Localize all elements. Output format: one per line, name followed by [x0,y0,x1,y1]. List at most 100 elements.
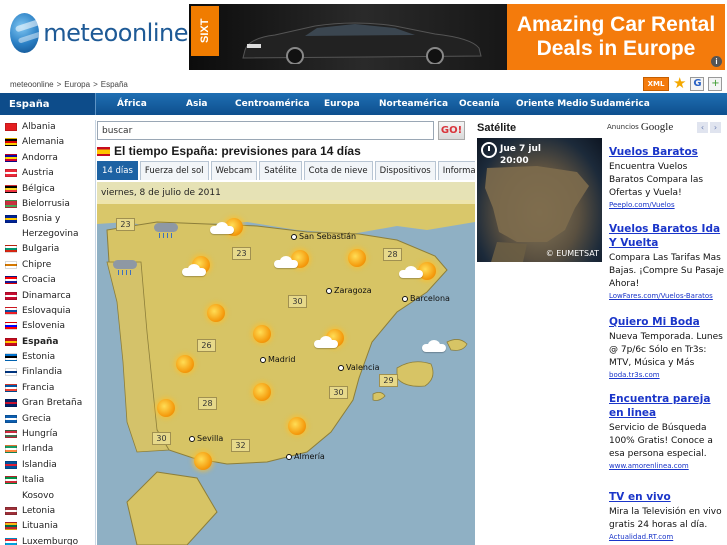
ad-url[interactable]: LowFares.com/Vuelos-Baratos [609,291,724,301]
sidebar-item-country[interactable]: Finlandia [0,365,95,380]
ad-item[interactable]: Vuelos Baratos Ida Y Vuelta Compara Las … [609,222,724,301]
ad-title[interactable]: Encuentra pareja en linea [609,392,724,420]
sidebar-item-country[interactable]: Gran Bretaña [0,396,95,411]
nav-norteamerica[interactable]: Norteamérica [379,93,448,115]
nav-asia[interactable]: Asia [186,93,207,115]
tab-dispositivos[interactable]: Dispositivos [374,161,436,180]
flag-icon [5,169,17,178]
ad-title[interactable]: Quiero Mi Boda [609,315,724,329]
sidebar-item-country[interactable]: Dinamarca [0,289,95,304]
sidebar-item-country[interactable]: Bélgica [0,182,95,197]
sidebar-item-country[interactable]: Bielorrusia [0,197,95,212]
sidebar-item-label: Bélgica [22,183,55,194]
breadcrumb-home[interactable]: meteoonline [10,80,54,89]
add-icon[interactable]: + [708,76,723,91]
ad-title[interactable]: TV en vivo [609,490,724,504]
sidebar-item-country[interactable]: Luxemburgo [0,535,95,545]
sidebar-item-country[interactable]: Lituania [0,519,95,534]
sidebar-item-country[interactable]: Austria [0,166,95,181]
banner-headline-line1: Amazing Car Rental [516,13,716,36]
sidebar-item-country[interactable]: Francia [0,381,95,396]
nav-current-country[interactable]: España [0,93,96,115]
cloud-icon [314,336,338,348]
chevron-right-icon[interactable]: › [710,121,721,133]
city-almeria[interactable]: Almería [286,452,325,461]
nav-europa[interactable]: Europa [324,93,360,115]
satellite-timestamp: Jue 7 jul 20:00 [500,143,541,167]
sidebar-item-country[interactable]: Bosnia y Herzegovina [0,212,95,242]
tab-14-dias[interactable]: 14 días [97,161,138,180]
sidebar-item-country[interactable]: Kosovo [0,489,95,504]
ad-title[interactable]: Vuelos Baratos Ida Y Vuelta [609,222,724,250]
nav-africa[interactable]: África [117,93,147,115]
google-icon[interactable]: G [690,76,705,91]
nav-oriente-medio[interactable]: Oriente Medio [516,93,588,115]
sidebar-item-country[interactable]: Italia [0,473,95,488]
tab-fuerza-del-sol[interactable]: Fuerza del sol [139,161,209,180]
city-san-sebastian[interactable]: San Sebastián [291,232,356,241]
ad-url[interactable]: Peeplo.com/Vuelos [609,200,724,210]
site-logo[interactable]: meteoonline [10,10,188,56]
sidebar-item-country[interactable]: España [0,335,95,350]
ad-item[interactable]: Vuelos Baratos Encuentra Vuelos Baratos … [609,145,724,210]
chevron-left-icon[interactable]: ‹ [697,121,708,133]
flag-icon [5,522,17,531]
ad-title[interactable]: Vuelos Baratos [609,145,724,159]
temp-label: 32 [231,439,250,452]
sidebar-item-country[interactable]: Eslovenia [0,319,95,334]
cloud-icon [210,222,234,234]
breadcrumb-current[interactable]: España [101,80,128,89]
ad-info-icon[interactable]: i [711,56,722,67]
sidebar-item-country[interactable]: Estonia [0,350,95,365]
sidebar-item-country[interactable]: Bulgaria [0,242,95,257]
tab-cota-de-nieve[interactable]: Cota de nieve [303,161,373,180]
ad-url[interactable]: boda.tr3s.com [609,370,724,380]
temp-label: 30 [288,295,307,308]
ad-item[interactable]: TV en vivo Mira la Televisión en vivo gr… [609,490,724,542]
sidebar-item-country[interactable]: Alemania [0,135,95,150]
city-zaragoza[interactable]: Zaragoza [326,286,372,295]
nav-sudamerica[interactable]: Sudamérica [590,93,650,115]
sidebar-item-country[interactable]: Eslovaquia [0,304,95,319]
star-icon[interactable]: ★ [673,76,686,91]
sidebar-item-country[interactable]: Andorra [0,151,95,166]
city-sevilla[interactable]: Sevilla [189,434,223,443]
flag-icon [5,337,17,346]
city-madrid[interactable]: Madrid [260,355,295,364]
google-logo: Google [640,121,674,133]
search-go-button[interactable]: GO! [438,121,465,140]
sidebar-item-country[interactable]: Islandia [0,458,95,473]
nav-oceania[interactable]: Oceanía [459,93,500,115]
sidebar-item-country[interactable]: Chipre [0,258,95,273]
sidebar-item-label: Italia [22,475,45,486]
search-input[interactable] [97,121,434,140]
sidebar-item-country[interactable]: Letonia [0,504,95,519]
rain-icon [113,257,137,275]
sun-icon [194,452,212,470]
sidebar-item-country[interactable]: Irlanda [0,442,95,457]
ad-url[interactable]: Actualidad.RT.com [609,532,724,542]
sidebar-item-country[interactable]: Croacia [0,273,95,288]
sidebar-item-country[interactable]: Hungría [0,427,95,442]
weather-map[interactable]: viernes, 8 de julio de 2011 23 23 28 30 … [97,182,475,545]
city-valencia[interactable]: Valencia [338,363,380,372]
sidebar-item-country[interactable]: Albania [0,120,95,135]
satellite-image[interactable]: Jue 7 jul 20:00 © EUMETSAT [477,138,602,262]
nav-centroamerica[interactable]: Centroamérica [235,93,310,115]
sidebar-item-label: Lituania [22,521,58,532]
ad-url[interactable]: www.amorenlinea.com [609,461,724,471]
city-barcelona[interactable]: Barcelona [402,294,450,303]
sidebar-item-country[interactable]: Grecia [0,412,95,427]
tab-satelite[interactable]: Satélite [259,161,302,180]
tab-informacion[interactable]: Información de [437,161,475,180]
xml-feed-button[interactable]: XML [643,76,669,91]
breadcrumb-europa[interactable]: Europa [64,80,90,89]
sun-icon [253,383,271,401]
ad-item[interactable]: Encuentra pareja en linea Servicio de Bú… [609,392,724,471]
ad-item[interactable]: Quiero Mi Boda Nueva Temporada. Lunes @ … [609,315,724,380]
tab-webcam[interactable]: Webcam [210,161,258,180]
ad-banner[interactable]: SIXT Amazing Car Rental Deals in Europe … [189,4,725,70]
cloud-icon [422,340,446,352]
breadcrumb-separator: > [56,80,62,89]
city-label: Valencia [346,363,380,372]
